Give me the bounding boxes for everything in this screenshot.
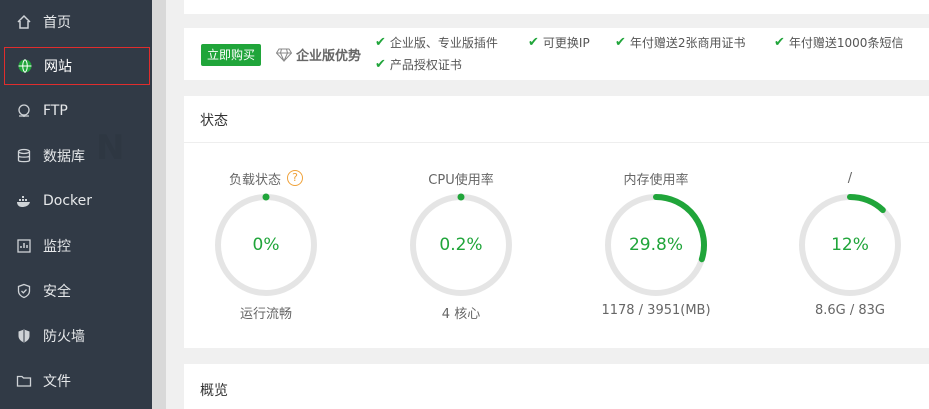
- sidebar-item-label: 网站: [44, 59, 72, 75]
- gauge-subtext: 4 核心: [441, 307, 481, 322]
- gauge-ring: 0%: [214, 193, 318, 297]
- sidebar-item-label: 防火墙: [43, 329, 85, 345]
- monitor-icon: [16, 238, 32, 254]
- feature-item: ✔ 年付赠送2张商用证书: [615, 35, 746, 50]
- overview-title: 概览: [200, 383, 228, 399]
- enterprise-label: 企业版优势: [296, 49, 362, 64]
- sidebar-item-home[interactable]: 首页: [4, 3, 150, 41]
- sidebar-item-label: 数据库: [43, 149, 85, 165]
- sidebar-item-firewall[interactable]: 防火墙: [4, 317, 150, 355]
- sidebar-item-label: Docker: [43, 193, 93, 209]
- gauge-label: CPU使用率: [428, 172, 494, 188]
- globe-icon: [17, 58, 33, 74]
- gauge-label: /: [847, 170, 853, 186]
- feature-item: ✔ 年付赠送1000条短信: [774, 35, 904, 50]
- gauge-subtext: 8.6G / 83G: [814, 303, 885, 318]
- promo-bar: 立即购买 企业版优势 ✔ 企业版、专业版插件 ✔ 可更换IP ✔ 年付赠送2张商用证书…: [184, 28, 929, 80]
- feature-item: ✔ 企业版、专业版插件: [375, 35, 498, 50]
- docker-icon: [16, 193, 32, 209]
- gauge-value: 0.2%: [439, 235, 483, 255]
- overview-panel: 概览: [184, 364, 929, 409]
- sidebar-item-security[interactable]: 安全: [4, 272, 150, 310]
- status-panel: 状态 负载状态? 0% 运行流畅 CPU使用率 0.2% 4 核心 内存使用率 …: [184, 96, 929, 348]
- top-card: [184, 0, 929, 14]
- sidebar-item-database[interactable]: 数据库: [4, 137, 150, 175]
- gauge-value: 12%: [831, 235, 869, 255]
- sidebar-item-label: 首页: [43, 15, 71, 31]
- sidebar-item-label: 安全: [43, 284, 71, 300]
- gauge-cpu[interactable]: CPU使用率 0.2% 4 核心: [386, 168, 536, 322]
- sidebar-item-label: 监控: [43, 239, 71, 255]
- gauge-load[interactable]: 负载状态? 0% 运行流畅: [191, 168, 341, 322]
- feature-item: ✔ 可更换IP: [528, 35, 590, 50]
- firewall-icon: [16, 328, 32, 344]
- gauge-subtext: 运行流畅: [239, 307, 292, 322]
- check-icon: ✔: [375, 35, 386, 50]
- status-title: 状态: [200, 113, 228, 129]
- sidebar-item-label: FTP: [43, 103, 68, 119]
- gauge-label: 内存使用率: [623, 172, 689, 188]
- gauge-memory[interactable]: 内存使用率 29.8% 1178 / 3951(MB): [581, 168, 731, 319]
- gauge-subtext: 1178 / 3951(MB): [601, 303, 711, 318]
- sidebar-item-monitor[interactable]: 监控: [4, 227, 150, 265]
- help-icon[interactable]: ?: [287, 170, 303, 186]
- folder-icon: [16, 373, 32, 389]
- sidebar-item-docker[interactable]: Docker: [4, 182, 150, 220]
- gauge-disk[interactable]: / 12% 8.6G / 83G: [775, 168, 925, 318]
- gauge-ring: 29.8%: [604, 193, 708, 297]
- ftp-icon: [16, 103, 32, 119]
- gauge-label: 负载状态: [228, 172, 281, 188]
- divider: [184, 142, 929, 143]
- sidebar-item-ftp[interactable]: FTP: [4, 92, 150, 130]
- gauge-ring: 0.2%: [409, 193, 513, 297]
- sidebar-item-website[interactable]: 网站: [4, 47, 150, 85]
- sidebar: 首页 网站 FTP 数据库 Docker 监控 安全 防火墙 文件: [0, 0, 152, 409]
- sidebar-item-label: 文件: [43, 374, 71, 390]
- sidebar-item-files[interactable]: 文件: [4, 362, 150, 400]
- check-icon: ✔: [774, 35, 785, 50]
- gauge-value: 29.8%: [628, 235, 683, 255]
- shield-icon: [16, 283, 32, 299]
- gauge-ring: 12%: [798, 193, 902, 297]
- database-icon: [16, 148, 32, 164]
- feature-item: ✔ 产品授权证书: [375, 57, 462, 72]
- check-icon: ✔: [375, 57, 386, 72]
- sidebar-scrollbar[interactable]: [152, 0, 166, 409]
- check-icon: ✔: [528, 35, 539, 50]
- main-content: N N N 立即购买 企业版优势 ✔企业版、专业版插件 ✔可更换IP ✔年付赠送…: [96, 0, 929, 409]
- buy-now-button[interactable]: 立即购买: [201, 44, 262, 66]
- home-icon: [16, 14, 32, 30]
- diamond-icon: [276, 48, 292, 62]
- gauge-value: 0%: [252, 235, 280, 255]
- enterprise-advantage[interactable]: 企业版优势: [276, 45, 361, 64]
- check-icon: ✔: [615, 35, 626, 50]
